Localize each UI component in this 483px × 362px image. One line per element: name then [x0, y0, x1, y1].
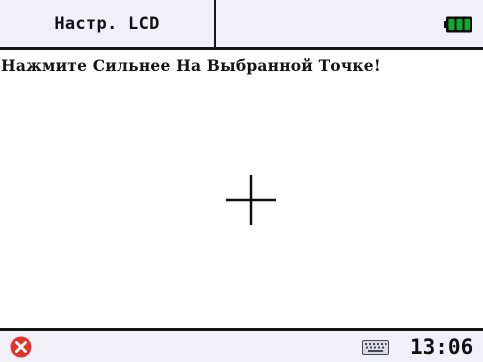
- app-title-tab: Настр. LCD: [0, 0, 216, 47]
- title-bar: Настр. LCD: [0, 0, 483, 50]
- taskbar: 13:06: [0, 328, 483, 362]
- crosshair-icon[interactable]: [226, 175, 276, 225]
- keyboard-icon[interactable]: [362, 340, 389, 355]
- app-title: Настр. LCD: [54, 13, 160, 34]
- calibration-instruction: Нажмите Сильнее На Выбранной Точке!: [1, 56, 381, 75]
- battery-full-icon: [444, 16, 472, 33]
- clock: 13:06: [410, 335, 474, 359]
- close-icon[interactable]: [10, 336, 32, 358]
